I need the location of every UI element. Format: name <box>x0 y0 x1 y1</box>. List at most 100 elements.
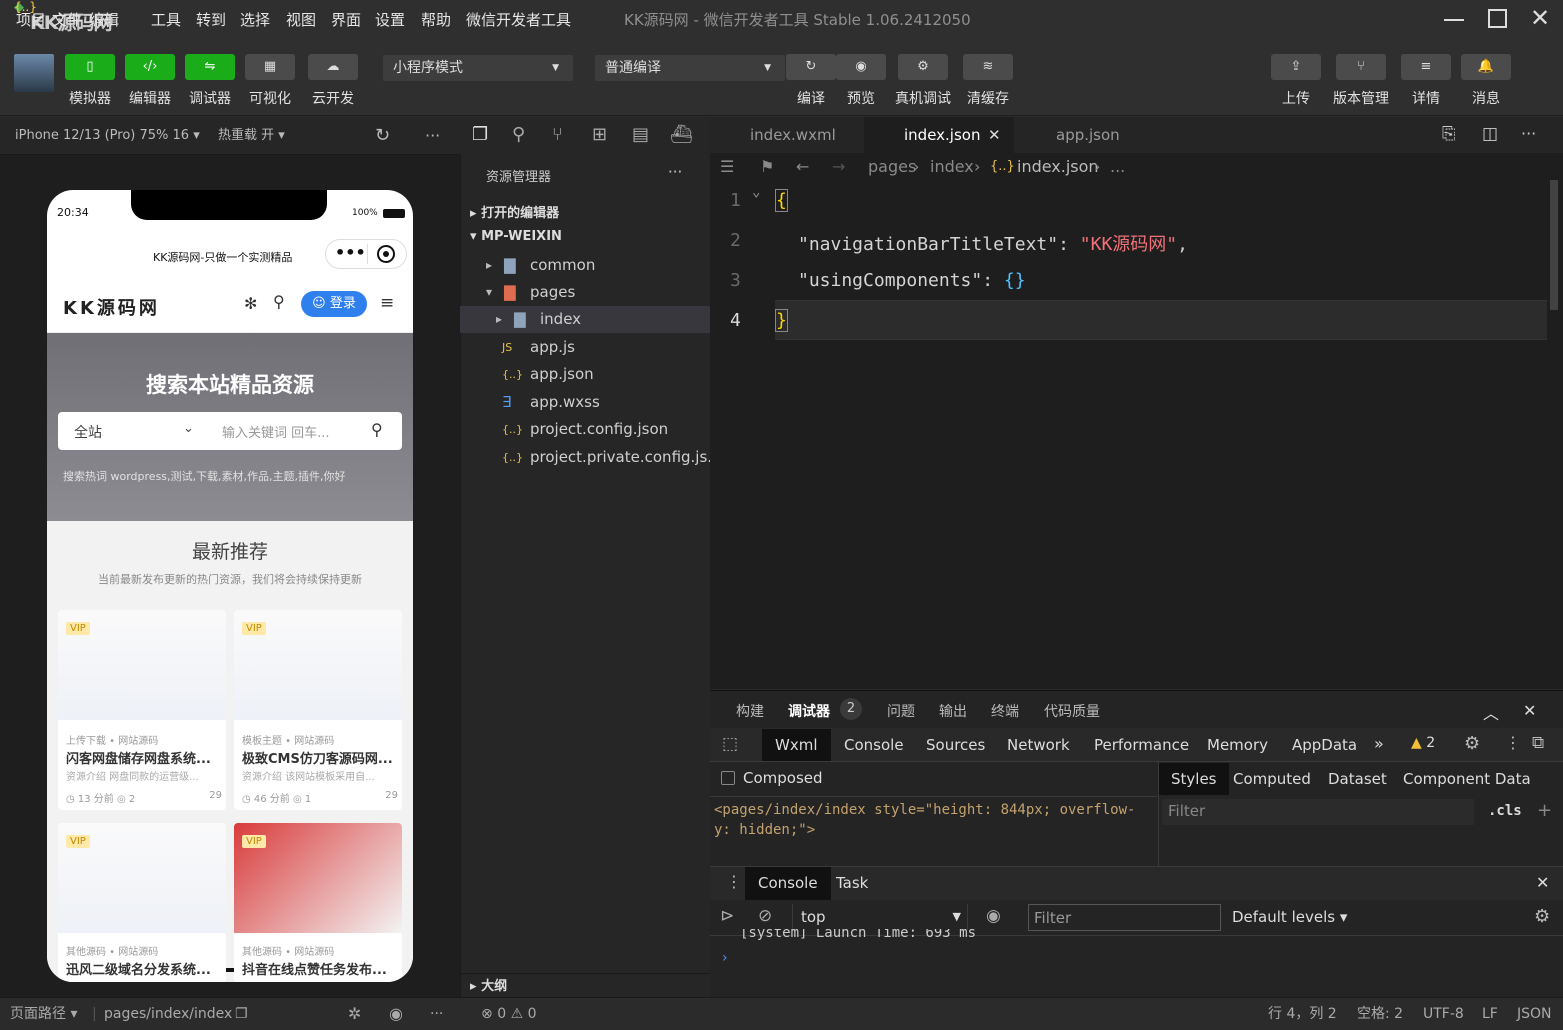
files-icon[interactable]: ❐ <box>472 124 488 145</box>
extensions-icon[interactable]: ⊞ <box>592 124 607 145</box>
project-root-header[interactable]: ▾ MP-WEIXIN <box>470 229 562 244</box>
code-button[interactable]: ‹/› <box>125 54 175 80</box>
resource-card[interactable]: VIP 其他源码 • 网站源码 抖音在线点赞任务发布... <box>234 823 402 982</box>
language-mode[interactable]: JSON <box>1517 998 1552 1030</box>
file-tree-item[interactable]: ▸ ▇ common <box>460 252 710 279</box>
console-settings-icon[interactable]: ⚙ <box>1534 906 1550 927</box>
user-avatar[interactable] <box>14 54 54 92</box>
more-dots-icon[interactable]: ••• <box>335 240 366 266</box>
styles-tab[interactable]: Styles <box>1159 763 1229 795</box>
search-icon[interactable]: ⚲ <box>371 420 383 439</box>
details-button[interactable]: ≡ <box>1401 54 1451 80</box>
messages-button[interactable]: 🔔 <box>1461 54 1511 80</box>
rotate-icon[interactable]: ↻ <box>375 117 390 155</box>
line-ending[interactable]: LF <box>1482 998 1498 1030</box>
breadcrumb-item[interactable]: pages <box>868 153 916 181</box>
devtools-tab[interactable]: Memory <box>1194 729 1281 761</box>
close-panel-icon[interactable]: ✕ <box>1523 701 1536 720</box>
context-select[interactable]: top ▼ <box>792 904 968 930</box>
debug-tab[interactable]: 代码质量 <box>1044 701 1100 721</box>
editor-more-icon[interactable]: ··· <box>1521 124 1536 143</box>
git-icon[interactable]: ⑂ <box>552 124 563 145</box>
add-style-icon[interactable]: + <box>1537 800 1552 821</box>
devtools-tab[interactable]: Network <box>994 729 1083 761</box>
compile-button[interactable]: ↻ <box>786 54 836 80</box>
hot-reload-toggle[interactable]: 热重载 开 ▾ <box>218 117 285 155</box>
clear-console-icon[interactable]: ⊘ <box>758 906 772 926</box>
undock-icon[interactable]: ⧉ <box>1532 733 1544 753</box>
preview-eye-icon[interactable]: ◉ <box>389 998 403 1030</box>
hamburger-icon[interactable]: ≡ <box>380 293 394 313</box>
breadcrumb-item[interactable]: index <box>930 153 974 181</box>
kebab-icon[interactable]: ⋮ <box>1505 733 1521 752</box>
outline-header[interactable]: ▸ 大纲 <box>460 973 710 997</box>
devtools-tab[interactable]: Performance <box>1081 729 1202 761</box>
styles-tab[interactable]: Computed <box>1221 763 1323 795</box>
forward-arrow-icon[interactable]: → <box>832 153 845 181</box>
editor-tab[interactable]: app.json <box>1016 117 1166 153</box>
debug-tab[interactable]: 输出 <box>939 701 967 721</box>
menu-item[interactable]: 文件 <box>52 0 82 40</box>
search-input[interactable]: 输入关键词 回车... <box>222 422 330 441</box>
minimize-button[interactable] <box>1444 19 1464 21</box>
cloud-button[interactable]: ☁ <box>308 54 358 80</box>
warning-count[interactable]: ▲ 2 <box>1411 735 1435 751</box>
log-levels-select[interactable]: Default levels ▾ <box>1232 908 1347 926</box>
search-scope[interactable]: 全站 <box>74 422 102 442</box>
eye-icon[interactable]: ◉ <box>986 906 1001 926</box>
menu-item[interactable]: 编辑 <box>89 0 119 40</box>
file-tree-item[interactable]: ∃ app.wxss <box>460 389 710 416</box>
styles-tab[interactable]: Component Data <box>1391 763 1543 795</box>
page-path[interactable]: pages/index/index <box>104 998 232 1030</box>
devtools-tab[interactable]: Wxml <box>762 729 831 761</box>
editor-tab[interactable]: index.json ✕ <box>864 117 1014 153</box>
cursor-position[interactable]: 行 4，列 2 <box>1268 998 1337 1030</box>
login-button[interactable]: ☺ 登录 <box>301 291 367 317</box>
more-icon[interactable]: ··· <box>430 998 443 1030</box>
editor-scrollbar[interactable] <box>1550 180 1558 310</box>
clear-cache-button[interactable]: ≋ <box>963 54 1013 80</box>
copy-icon[interactable]: ❐ <box>235 998 248 1030</box>
split-editor-icon[interactable]: ◫ <box>1482 124 1498 144</box>
bug-icon[interactable]: ✲ <box>348 998 361 1030</box>
debug-tab[interactable]: 终端 <box>991 701 1019 721</box>
file-tree-item[interactable]: {..} project.config.json <box>460 416 710 443</box>
console-tab[interactable]: Console <box>745 867 831 900</box>
file-tree-item[interactable]: {..} project.private.config.js... <box>460 444 710 471</box>
file-tree-item[interactable]: JS app.js <box>460 334 710 361</box>
composed-checkbox[interactable] <box>721 771 735 785</box>
docker-icon[interactable]: ⛴ <box>670 124 693 145</box>
open-editors-header[interactable]: ▸ 打开的编辑器 <box>470 202 559 221</box>
console-filter-input[interactable]: Filter <box>1028 904 1221 931</box>
upload-button[interactable]: ⇪ <box>1271 54 1321 80</box>
debug-button[interactable]: ⇋ <box>185 54 235 80</box>
resource-card[interactable]: VIP 模板主题 • 网站源码 极致CMS仿刀客源码网... 资源介绍 该网站模板采用… <box>234 610 402 810</box>
split-preview-icon[interactable]: ⎘ <box>1442 124 1456 144</box>
file-tree-item[interactable]: {..} app.json <box>460 361 710 388</box>
menu-item[interactable]: 微信开发者工具 <box>466 0 571 40</box>
layout-button[interactable]: ▦ <box>245 54 295 80</box>
fold-chevron-icon[interactable]: ⌄ <box>752 184 760 200</box>
resource-card[interactable]: VIP 其他源码 • 网站源码 迅风二级域名分发系统... <box>58 823 226 982</box>
close-capsule-icon[interactable] <box>377 245 395 263</box>
close-window-button[interactable]: ✕ <box>1530 4 1550 32</box>
menu-item[interactable]: 界面 <box>331 0 361 40</box>
file-tree-item[interactable]: ▸ ▇ index <box>460 306 710 333</box>
version-button[interactable]: ⑂ <box>1336 54 1386 80</box>
sidebar-toggle-icon[interactable]: ⊳ <box>720 906 734 926</box>
back-arrow-icon[interactable]: ← <box>796 153 809 181</box>
site-logo[interactable]: KK源码网 <box>63 294 160 320</box>
remote-debug-button[interactable]: ⚙ <box>898 54 948 80</box>
close-drawer-icon[interactable]: ✕ <box>1536 873 1549 892</box>
drawer-menu-icon[interactable]: ⋮ <box>726 872 742 891</box>
mode-select[interactable]: 小程序模式 ▼ <box>383 55 573 81</box>
menu-item[interactable]: 转到 <box>196 0 226 40</box>
code-area[interactable]: 1 2 3 4 ⌄ { "navigationBarTitleText": "K… <box>710 180 1550 340</box>
encoding[interactable]: UTF-8 <box>1423 998 1464 1030</box>
styles-filter[interactable]: Filter <box>1162 799 1474 825</box>
page-path-label[interactable]: 页面路径 ▾ <box>10 998 77 1030</box>
list-icon[interactable]: ☰ <box>720 153 734 181</box>
editor-tab[interactable]: index.wxml <box>710 117 862 153</box>
console-prompt-icon[interactable]: › <box>722 950 728 966</box>
hero-search[interactable]: 全站 ⌄ 输入关键词 回车... ⚲ <box>58 412 402 450</box>
